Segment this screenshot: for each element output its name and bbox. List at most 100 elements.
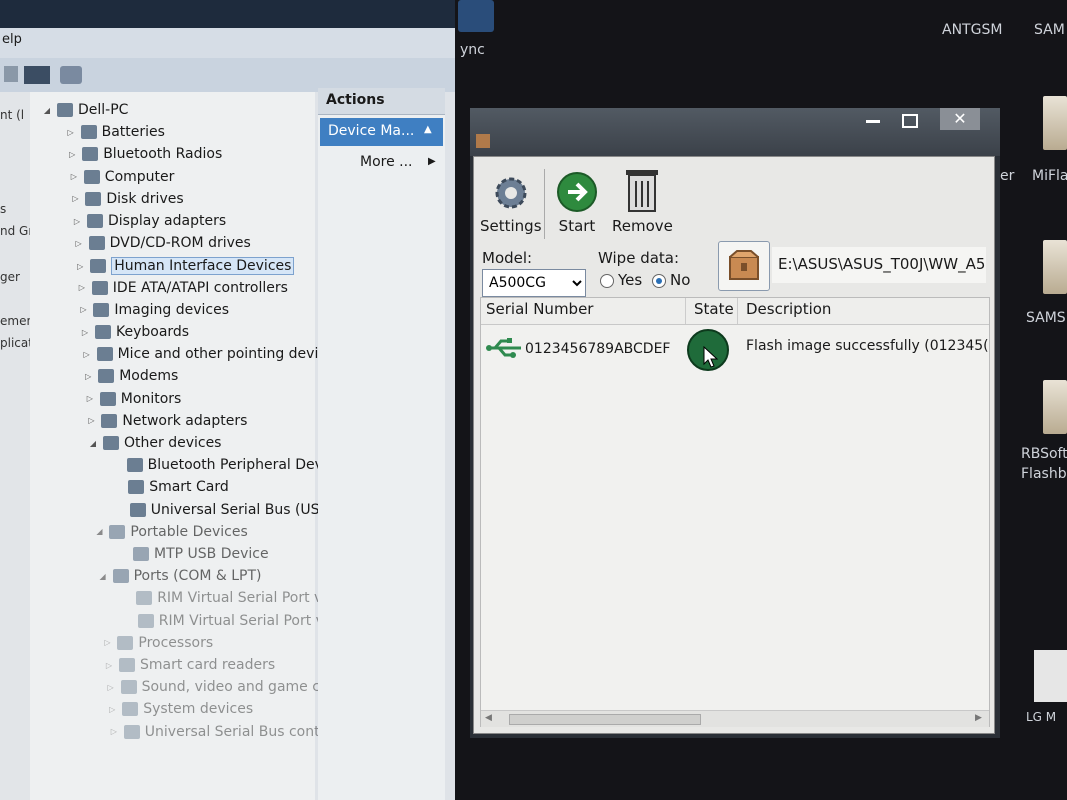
collapsed-triangle-icon[interactable]: ▷ <box>107 705 117 714</box>
left-pane-item[interactable]: s <box>0 202 6 216</box>
collapsed-triangle-icon[interactable]: ▷ <box>70 194 80 203</box>
collapsed-triangle-icon[interactable]: ▷ <box>85 394 95 403</box>
collapsed-triangle-icon[interactable]: ▷ <box>83 372 93 381</box>
device-category-icon <box>87 214 103 228</box>
collapse-icon[interactable]: ▲ <box>424 124 432 135</box>
wipe-yes-radio[interactable] <box>600 274 614 288</box>
collapsed-triangle-icon[interactable]: ▷ <box>67 150 77 159</box>
column-header-state[interactable]: State <box>694 300 734 318</box>
collapsed-triangle-icon[interactable]: ▷ <box>75 262 85 271</box>
collapsed-triangle-icon[interactable]: ▷ <box>77 283 87 292</box>
collapsed-triangle-icon[interactable]: ▷ <box>109 727 119 736</box>
desktop-icon-label[interactable]: MiFla <box>1032 168 1067 184</box>
tree-item[interactable]: ▷ Display adapters <box>72 213 226 229</box>
device-category-icon <box>136 591 153 606</box>
description-cell: Flash image successfully (012345( <box>746 338 989 354</box>
collapsed-triangle-icon[interactable]: ▷ <box>80 328 90 337</box>
collapsed-triangle-icon[interactable]: ▷ <box>106 683 116 692</box>
tree-item[interactable]: ▷ Mice and other pointing devic <box>82 346 327 362</box>
file-icon[interactable] <box>1043 380 1067 434</box>
action-more[interactable]: More ... ▶ <box>320 150 443 176</box>
tree-item[interactable]: ▷ Network adapters <box>86 413 247 429</box>
sync-app-icon[interactable] <box>458 0 494 32</box>
left-pane-item[interactable]: nd Gr <box>0 224 33 238</box>
tree-item-label: Batteries <box>101 124 165 141</box>
tree-item[interactable]: ▷ DVD/CD-ROM drives <box>74 235 251 251</box>
tree-item[interactable]: MTP USB Device <box>118 546 269 562</box>
tree-item[interactable]: ▷ Processors <box>102 635 213 651</box>
expanded-triangle-icon[interactable]: ◢ <box>88 439 98 448</box>
file-icon[interactable] <box>1043 96 1067 150</box>
close-icon[interactable]: ✕ <box>940 108 980 130</box>
collapsed-triangle-icon[interactable]: ▷ <box>104 661 114 670</box>
tree-item[interactable]: ▷ Modems <box>83 368 178 384</box>
maximize-icon[interactable] <box>902 114 918 128</box>
tree-item[interactable]: RIM Virtual Serial Port v2 (C <box>121 590 351 606</box>
left-pane-item[interactable]: nt (l <box>0 108 24 122</box>
tree-item[interactable]: ▷ Smart card readers <box>104 657 275 673</box>
tree-item[interactable]: ▷ Imaging devices <box>78 302 229 318</box>
tree-item[interactable]: ▷ Bluetooth Radios <box>67 146 222 162</box>
horizontal-scrollbar[interactable]: ◀ ▶ <box>481 710 989 727</box>
desktop-icon-label[interactable]: Flashb <box>1021 466 1067 482</box>
file-icon[interactable] <box>1034 650 1067 702</box>
actions-title: Actions <box>326 92 385 108</box>
show-hide-console-icon[interactable] <box>24 66 50 84</box>
collapsed-triangle-icon[interactable]: ▷ <box>86 416 96 425</box>
tree-item[interactable]: ▷ System devices <box>107 701 253 717</box>
collapsed-triangle-icon[interactable]: ▷ <box>78 305 88 314</box>
wipe-no-label: No <box>670 271 691 289</box>
scroll-left-icon[interactable]: ◀ <box>485 713 492 723</box>
tree-item[interactable]: ◢ Dell-PC <box>42 102 129 118</box>
desktop-icon-label[interactable]: ANTGSM <box>942 22 1002 38</box>
tree-item[interactable]: ◢ Ports (COM & LPT) <box>98 568 262 584</box>
table-row[interactable]: 0123456789ABCDEF Flash image successfull… <box>481 326 989 371</box>
scan-hardware-icon[interactable] <box>60 66 82 84</box>
tree-item[interactable]: ◢ Other devices <box>88 435 222 451</box>
file-icon[interactable] <box>1043 240 1067 294</box>
scroll-right-icon[interactable]: ▶ <box>975 713 982 723</box>
desktop-icon-label[interactable]: RBSoft <box>1021 446 1067 462</box>
help-menu[interactable]: elp <box>2 32 22 47</box>
wipe-no-radio[interactable] <box>652 274 666 288</box>
collapsed-triangle-icon[interactable]: ▷ <box>72 217 82 226</box>
tree-item[interactable]: Universal Serial Bus (USB) C <box>115 502 349 518</box>
tree-item[interactable]: Smart Card <box>113 479 229 495</box>
desktop-icon-label[interactable]: er <box>1000 168 1014 184</box>
desktop-icon-label[interactable]: SAM <box>1034 22 1065 38</box>
tree-item[interactable]: ▷ Keyboards <box>80 324 189 340</box>
expanded-triangle-icon[interactable]: ◢ <box>94 527 104 536</box>
minimize-icon[interactable] <box>866 120 880 123</box>
collapsed-triangle-icon[interactable]: ▷ <box>66 128 76 137</box>
settings-button[interactable]: Settings <box>480 173 542 235</box>
collapsed-triangle-icon[interactable]: ▷ <box>69 172 79 181</box>
tree-item[interactable]: ◢ Portable Devices <box>94 524 247 540</box>
start-button[interactable]: Start <box>556 171 598 235</box>
image-path-field[interactable]: E:\ASUS\ASUS_T00J\WW_A5( <box>772 247 986 283</box>
image-path-text: E:\ASUS\ASUS_T00J\WW_A5( <box>778 255 986 273</box>
tree-item[interactable]: Bluetooth Peripheral Devic <box>112 457 335 473</box>
tree-item[interactable]: ▷ Batteries <box>66 124 165 140</box>
help-icon[interactable] <box>4 66 18 82</box>
collapsed-triangle-icon[interactable]: ▷ <box>74 239 84 248</box>
wipe-yes-label: Yes <box>618 271 643 289</box>
scrollbar-thumb[interactable] <box>509 714 701 725</box>
model-select[interactable]: A500CG <box>482 269 586 297</box>
tree-item[interactable]: ▷ Human Interface Devices <box>75 257 295 276</box>
expanded-triangle-icon[interactable]: ◢ <box>98 572 108 581</box>
action-device-manager[interactable]: Device Ma... ▲ <box>320 118 443 146</box>
desktop-icon-label[interactable]: LG M <box>1026 710 1056 724</box>
expanded-triangle-icon[interactable]: ◢ <box>42 106 52 115</box>
tree-item[interactable]: ▷ Monitors <box>85 391 182 407</box>
tree-item[interactable]: ▷ Computer <box>69 169 175 185</box>
column-header-serial[interactable]: Serial Number <box>486 300 593 318</box>
remove-button[interactable]: Remove <box>612 167 673 235</box>
left-pane-item[interactable]: ger <box>0 270 20 284</box>
tree-item[interactable]: ▷ IDE ATA/ATAPI controllers <box>77 280 288 296</box>
desktop-icon-label[interactable]: SAMS <box>1026 310 1066 326</box>
collapsed-triangle-icon[interactable]: ▷ <box>102 638 112 647</box>
column-header-description[interactable]: Description <box>746 300 831 318</box>
browse-image-button[interactable] <box>718 241 770 291</box>
collapsed-triangle-icon[interactable]: ▷ <box>82 350 92 359</box>
tree-item[interactable]: ▷ Disk drives <box>70 191 183 207</box>
